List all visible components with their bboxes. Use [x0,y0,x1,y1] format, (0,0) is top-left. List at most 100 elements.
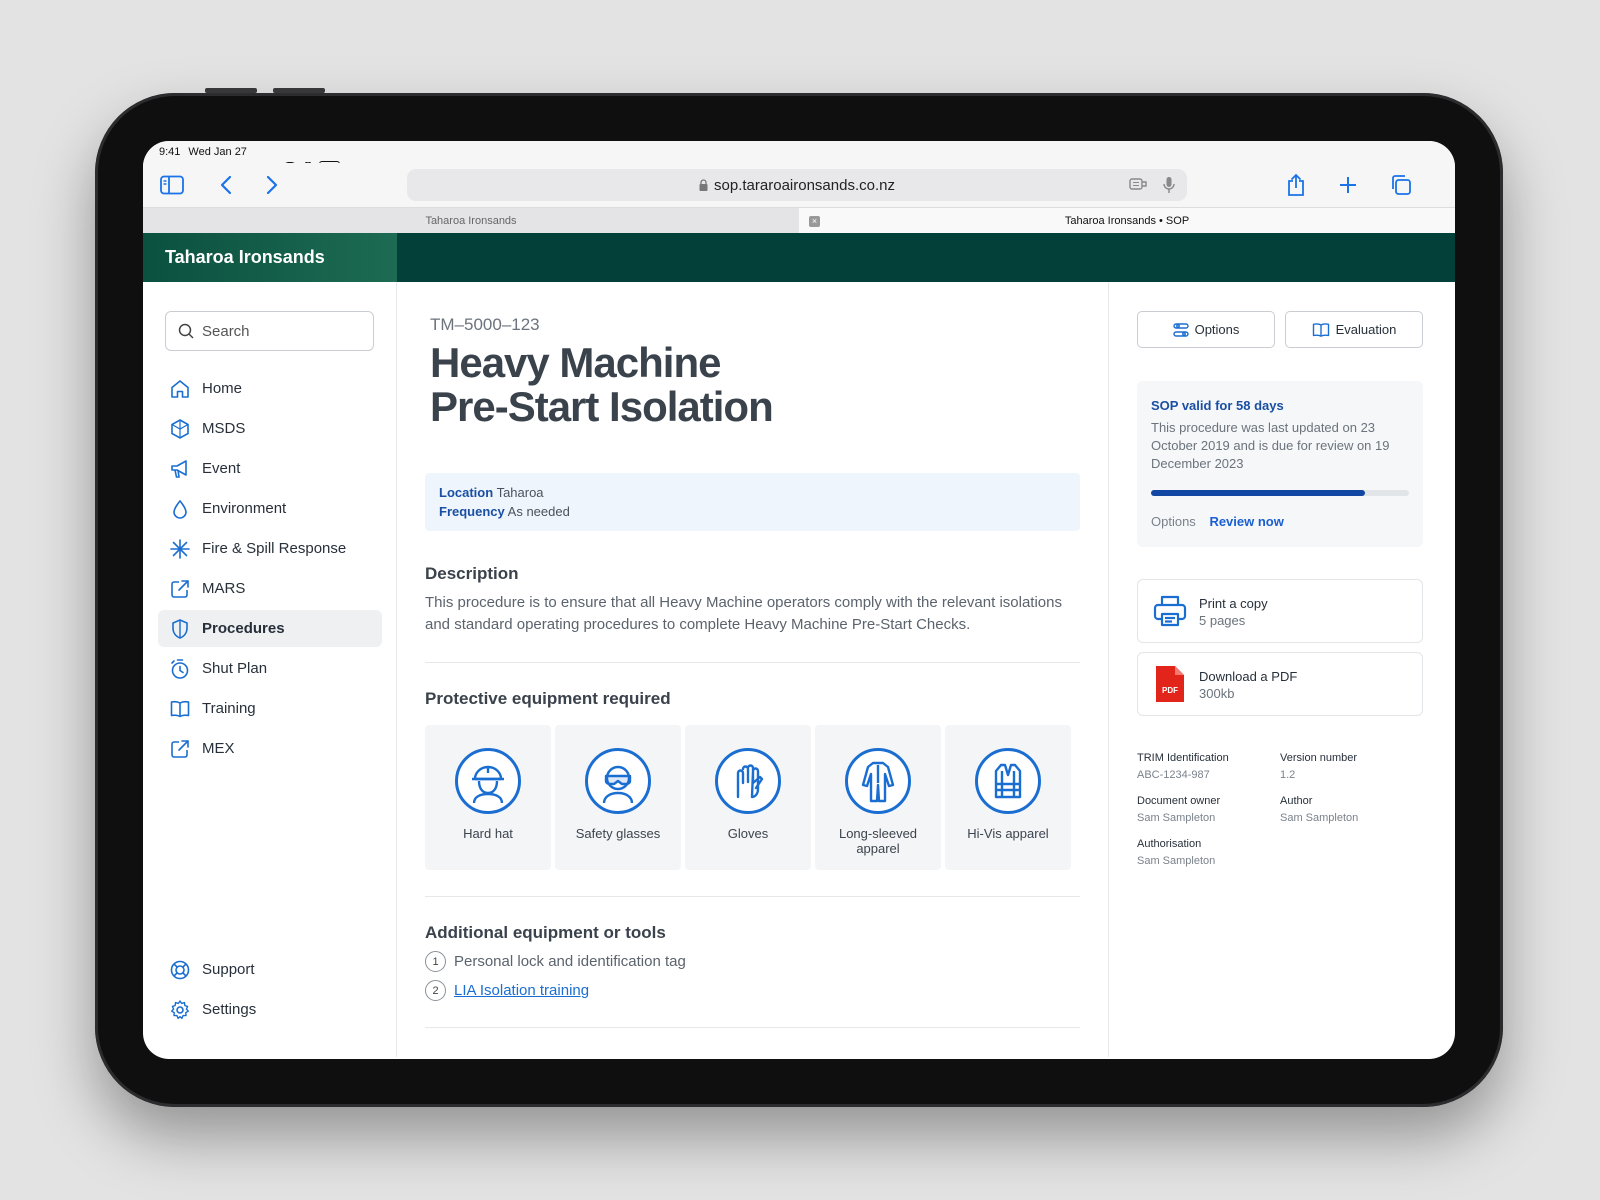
share-icon[interactable] [1281,170,1311,200]
sidebar-item-mex[interactable]: MEX [158,730,382,767]
tab-label: Taharoa Ironsands [425,214,517,227]
gear-icon [171,999,189,1019]
info-value: Sam Sampleton [1137,812,1216,824]
sidebar-item-label: Support [202,961,255,978]
location-label: Location [439,485,494,500]
sidebar-item-settings[interactable]: Settings [158,991,382,1028]
info-item: Document owner Sam Sampleton [1137,795,1280,824]
description-section: Description This procedure is to ensure … [425,564,1080,636]
sidebar-item-label: Training [202,700,256,717]
meta-box: Location Taharoa Frequency As needed [425,473,1080,531]
ppe-card-hard-hat: Hard hat [425,725,551,870]
validity-options-link[interactable]: Options [1151,514,1196,529]
status-time: 9:41 [159,146,181,158]
browser-toolbar: sop.tararoaironsands.co.nz [143,163,1455,207]
sidebar-item-fire-spill[interactable]: Fire & Spill Response [158,530,382,567]
browser-tabs: Taharoa Ironsands × Taharoa Ironsands • … [143,207,1455,233]
pdf-size: 300kb [1199,685,1235,701]
sidebar-item-label: Settings [202,1001,257,1018]
sidebar-item-procedures[interactable]: Procedures [158,610,382,647]
url-text: sop.tararoaironsands.co.nz [714,176,895,194]
lock-icon [699,179,708,191]
validity-card: SOP valid for 58 days This procedure was… [1137,381,1423,547]
tools-list: 1 Personal lock and identification tag 2L… [425,951,1080,1001]
progress-fill [1151,490,1366,496]
title-line: Pre-Start Isolation [430,383,774,430]
sidebar-item-label: Fire & Spill Response [202,540,347,557]
info-value: ABC-1234-987 [1137,769,1210,781]
list-number: 1 [425,951,446,972]
page-title: Heavy Machine Pre-Start Isolation [430,341,1080,429]
hazard-icon [171,418,189,439]
coverall-icon [845,748,911,814]
sidebar-item-label: MEX [202,740,235,757]
forward-icon[interactable] [257,170,287,200]
back-icon[interactable] [211,170,241,200]
options-button[interactable]: Options [1137,311,1275,348]
new-tab-icon[interactable] [1333,170,1363,200]
reader-icon[interactable] [1129,176,1147,192]
sidebar-item-msds[interactable]: MSDS [158,410,382,447]
sidebar-item-mars[interactable]: MARS [158,570,382,607]
microphone-icon[interactable] [1163,176,1175,194]
review-now-link[interactable]: Review now [1209,514,1283,529]
ppe-card-long-sleeved: Long-sleeved apparel [815,725,941,870]
ppe-label: Hi-Vis apparel [967,826,1049,841]
sidebar-item-home[interactable]: Home [158,370,382,407]
download-pdf-button[interactable]: PDF Download a PDF 300kb [1137,652,1423,716]
tabs-overview-icon[interactable] [1386,170,1416,200]
status-date: Wed Jan 27 [188,146,247,158]
shield-icon [172,618,188,639]
sidebar-bottom-nav: Support Settings [158,951,382,1031]
sidebar-item-label: Procedures [202,620,285,637]
pdf-file-icon: PDF [1152,664,1188,704]
training-link[interactable]: LIA Isolation training [454,982,589,999]
ppe-label: Long-sleeved apparel [838,826,918,856]
sidebar-item-event[interactable]: Event [158,450,382,487]
sidebar-item-support[interactable]: Support [158,951,382,988]
close-icon[interactable]: × [809,216,820,227]
sidebar-item-environment[interactable]: Environment [158,490,382,527]
drop-icon [173,499,187,519]
hard-hat-icon [455,748,521,814]
main-content: TM–5000–123 Heavy Machine Pre-Start Isol… [397,282,1109,1057]
ppe-card-gloves: Gloves [685,725,811,870]
location-value: Taharoa [496,485,544,500]
sidebar-item-shut-plan[interactable]: Shut Plan [158,650,382,687]
ppe-label: Gloves [727,826,769,841]
info-item: Authorisation Sam Sampleton [1137,838,1280,867]
sidebar-toggle-icon[interactable] [157,170,187,200]
pdf-title: Download a PDF [1199,668,1298,684]
validity-title: SOP valid for 58 days [1151,398,1284,413]
description-title: Description [425,564,519,583]
external-link-icon [171,739,189,758]
evaluation-button[interactable]: Evaluation [1285,311,1423,348]
book-icon [170,700,190,717]
safety-glasses-icon [585,748,651,814]
book-icon [1312,322,1329,337]
info-key: Authorisation [1137,838,1202,850]
brand-logo[interactable]: Taharoa Ironsands [143,233,397,282]
list-item: 2 LIA Isolation training [425,980,1080,1001]
ppe-grid: Hard hat Safety glasses Gloves Long-slee… [425,725,1080,870]
right-panel: Options Evaluation SOP valid for 58 days… [1109,282,1455,1057]
tab-sop[interactable]: × Taharoa Ironsands • SOP [799,208,1455,233]
frequency-label: Frequency [439,504,505,519]
pdf-badge-text: PDF [1162,686,1178,695]
title-line: Heavy Machine [430,339,721,386]
tab-taharoa[interactable]: Taharoa Ironsands [143,208,799,233]
tab-label: Taharoa Ironsands • SOP [1064,214,1190,227]
sidebar-item-training[interactable]: Training [158,690,382,727]
info-item: Author Sam Sampleton [1280,795,1423,824]
address-bar[interactable]: sop.tararoaironsands.co.nz [407,169,1187,201]
frequency-value: As needed [507,504,570,519]
search-input[interactable]: Search [165,311,374,351]
status-bar: 9:41 Wed Jan 27 [143,141,1455,172]
button-label: Evaluation [1335,322,1397,337]
sidebar-item-label: Environment [202,500,287,517]
print-copy-button[interactable]: Print a copy 5 pages [1137,579,1423,643]
stopwatch-icon [171,658,189,679]
description-text: This procedure is to ensure that all Hea… [425,594,1062,633]
home-icon [171,379,189,398]
divider [425,1027,1080,1028]
